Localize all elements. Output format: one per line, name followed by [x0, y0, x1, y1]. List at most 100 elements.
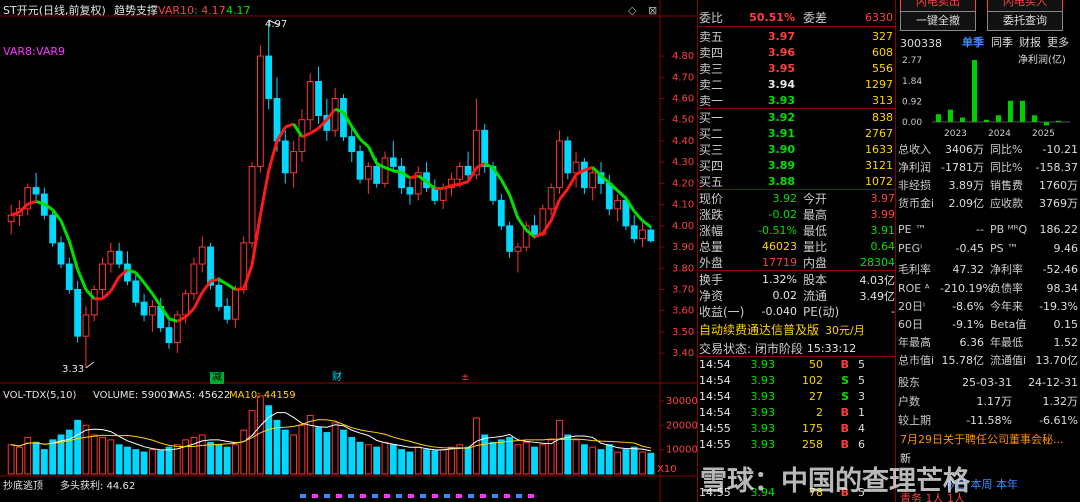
- stat-label: 换手: [699, 273, 724, 287]
- cancel-all-button[interactable]: 一键全撤: [900, 11, 976, 31]
- candle-body: [232, 288, 239, 320]
- volume-bar: [356, 441, 364, 475]
- stat-value: 46023: [762, 240, 797, 253]
- stat-row: 外盘 17719 内盘 28304: [699, 254, 895, 271]
- tick-price: 3.93: [750, 406, 776, 419]
- holder-value: 25-03-31: [962, 375, 1012, 389]
- volume-bar: [456, 444, 464, 475]
- volume-bar: [506, 436, 514, 475]
- candle-body: [506, 225, 514, 252]
- candle-body: [547, 187, 555, 210]
- candle-body: [115, 250, 123, 265]
- candle-body: [190, 263, 198, 295]
- sub-indicator-mark: [348, 494, 354, 498]
- volume-bar: [74, 419, 82, 475]
- event-mark-pm[interactable]: ±: [461, 372, 469, 384]
- tab-report[interactable]: 财报: [1019, 36, 1041, 49]
- support-line-segment: [409, 174, 419, 180]
- stat-value: 28304: [860, 256, 895, 269]
- vol-unit: X10: [657, 464, 677, 475]
- volume-bar: [65, 429, 73, 475]
- volume-bar: [639, 451, 646, 475]
- candle-body: [564, 140, 572, 174]
- volume-bar: [148, 449, 156, 475]
- candle-body: [248, 165, 256, 244]
- bid-price: 3.91: [767, 127, 795, 140]
- tick-side: S: [841, 390, 849, 403]
- candle-body: [580, 161, 588, 189]
- fin-row: 毛利率 47.32 净利率 -52.46: [898, 261, 1080, 277]
- volume-bar: [207, 441, 214, 475]
- ask-price: 3.97: [767, 30, 795, 43]
- tick-row: 14:54 3.93 50 B 5: [699, 358, 865, 371]
- chart-settings-icon[interactable]: ◇: [628, 4, 636, 17]
- volume-bar: [514, 444, 522, 475]
- bid-row: 买三 3.90 1633: [699, 141, 893, 158]
- candle-body: [65, 263, 73, 290]
- fin-value: 1.52: [1053, 335, 1079, 349]
- ask-volume: 313: [872, 94, 893, 107]
- event-mark-jian[interactable]: 减: [210, 372, 224, 384]
- candle-body: [348, 136, 356, 153]
- news-headline[interactable]: 7月29日关于聘任公司董事会秘...: [900, 433, 1064, 446]
- vol-tick-label: 20000: [666, 420, 697, 431]
- tab-quarter[interactable]: 单季: [962, 36, 984, 49]
- order-query-button[interactable]: 委托查询: [987, 11, 1063, 31]
- fin-label: 净利润: [898, 161, 931, 174]
- stat-row: 涨幅 -0.51% 最低 3.91: [699, 222, 895, 239]
- ad-row[interactable]: 自动续费通达信普及版 30元/月: [699, 321, 895, 338]
- fin-value: 0.15: [1053, 317, 1079, 331]
- divider: [698, 356, 895, 357]
- fin-label: 净利率: [990, 263, 1023, 276]
- vol-indicator-name: VOL-TDX(5,10): [3, 390, 77, 401]
- ask-volume: 608: [872, 46, 893, 59]
- sub-indicator-mark: [384, 494, 390, 498]
- sub-indicator-mark: [468, 494, 474, 498]
- fin-label: PEGⁱ: [898, 242, 923, 255]
- ask-volume: 327: [872, 30, 893, 43]
- fin-axis-label: 1.84: [902, 77, 922, 87]
- volume-bar: [497, 439, 505, 475]
- fin-value: 9.46: [1053, 242, 1079, 255]
- high-marker: 4.97: [265, 19, 288, 30]
- bid-label: 买四: [699, 159, 724, 173]
- ask-row: 卖五 3.97 327: [699, 28, 893, 45]
- chart-close-icon[interactable]: ⊠: [648, 4, 657, 17]
- ask-label: 卖五: [699, 30, 724, 44]
- ask-row: 卖二 3.94 1297: [699, 76, 893, 93]
- fin-row: 总收入 3406万 同比% -10.21: [898, 141, 1080, 157]
- fin-value: 98.34: [1046, 281, 1079, 295]
- candle-body: [639, 229, 646, 240]
- candle-body: [281, 140, 289, 174]
- fin-label: 同比%: [990, 143, 1023, 156]
- fin-label: 60日: [898, 318, 923, 331]
- fin-label: 销售费: [990, 179, 1023, 192]
- price-chart[interactable]: 4.80 4.70 4.60 4.50 4.40 4.30 4.20 4.10 4.00 3.90…: [0, 0, 697, 502]
- volume-bar: [32, 441, 40, 475]
- volume-bar: [605, 444, 613, 475]
- tick-count: 3: [858, 390, 865, 403]
- fin-value: -158.37: [1035, 160, 1078, 174]
- bid-label: 买二: [699, 127, 724, 141]
- fin-value: 3769万: [1039, 197, 1078, 210]
- stat-value: 0.02: [772, 289, 798, 302]
- candle-body: [74, 288, 82, 337]
- holder-label: 较上期: [898, 414, 931, 427]
- ask-volume: 1297: [865, 78, 893, 91]
- fin-bar: [1020, 100, 1025, 122]
- trade-state-row: 交易状态: 闭市阶段 15:33:12: [699, 342, 857, 356]
- event-mark-cai[interactable]: 财: [332, 372, 342, 384]
- volume-bar: [132, 449, 140, 475]
- candle-body: [647, 229, 655, 242]
- fin-label: PE ™: [898, 223, 927, 236]
- volume-bar: [315, 427, 322, 475]
- volume-bar: [90, 434, 98, 475]
- tab-more[interactable]: 更多: [1047, 36, 1069, 49]
- price-tick-label: 3.90: [672, 242, 694, 253]
- tick-row: 14:54 3.93 102 S 5: [699, 374, 865, 387]
- volume-bar: [589, 446, 597, 475]
- volume-bar: [597, 449, 605, 475]
- tab-same-quarter[interactable]: 同季: [991, 36, 1013, 49]
- stat-value: -: [891, 305, 895, 318]
- fin-row: ROE ᴬ -210.19% 负债率 98.34: [898, 280, 1080, 296]
